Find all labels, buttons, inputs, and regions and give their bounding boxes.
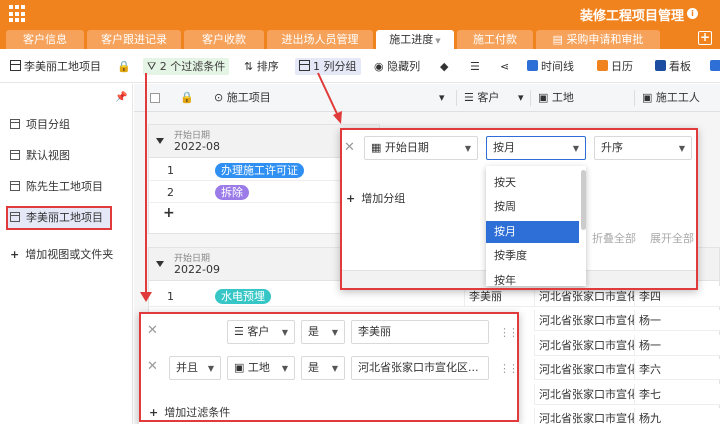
annotation-arrow — [317, 72, 342, 124]
